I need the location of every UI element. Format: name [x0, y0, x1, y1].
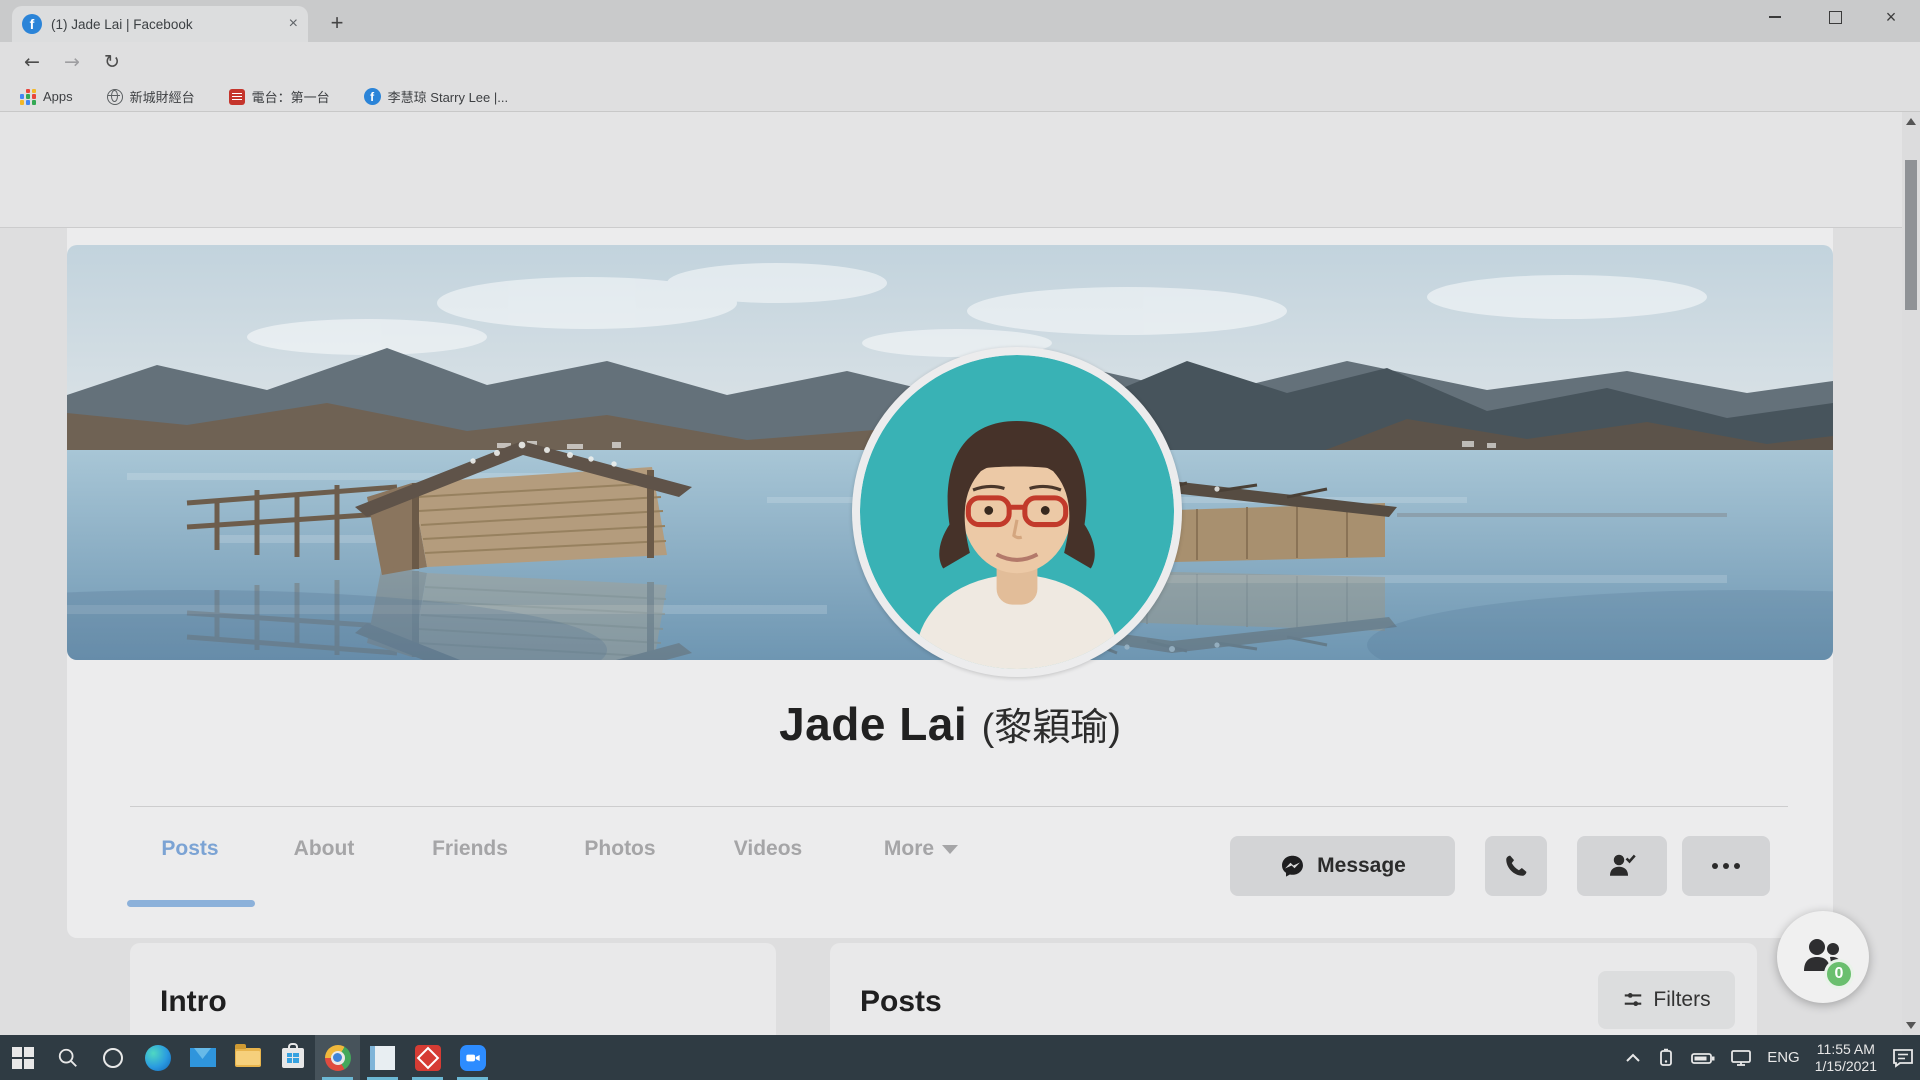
bookmark-radio-channel[interactable]: 電台：第一台 [229, 87, 330, 106]
tabs-divider [130, 806, 1788, 807]
tab-title: (1) Jade Lai | Facebook [51, 17, 281, 32]
facebook-favicon-icon: f [22, 14, 42, 34]
profile-more-options-button[interactable] [1682, 836, 1770, 896]
red-diamond-app-icon [415, 1045, 441, 1071]
start-button[interactable] [0, 1035, 45, 1080]
tab-friends[interactable]: Friends [408, 816, 532, 882]
person-check-icon [1607, 851, 1637, 881]
apps-grid-icon [20, 89, 36, 105]
facebook-icon: f [364, 88, 381, 105]
taskbar-search-button[interactable] [45, 1035, 90, 1080]
tab-posts[interactable]: Posts [140, 816, 240, 882]
filters-icon [1622, 989, 1644, 1011]
taskbar-file-explorer[interactable] [225, 1035, 270, 1080]
taskbar-zoom[interactable] [450, 1035, 495, 1080]
notepad-icon [370, 1046, 395, 1070]
message-button[interactable]: Message [1230, 836, 1455, 896]
date: 1/15/2021 [1815, 1058, 1877, 1075]
tab-close-icon[interactable]: × [289, 15, 298, 33]
taskbar-mail[interactable] [180, 1035, 225, 1080]
mail-icon [190, 1048, 216, 1067]
vertical-scrollbar[interactable] [1902, 112, 1920, 1035]
browser-tab-bar: f (1) Jade Lai | Facebook × + × [0, 0, 1920, 42]
profile-name-english: Jade Lai [779, 698, 967, 750]
bookmark-label: 李慧琼 Starry Lee |... [388, 87, 508, 106]
tab-photos[interactable]: Photos [558, 816, 682, 882]
browser-toolbar: ← → ↻ Search Google | [0, 42, 1920, 82]
folder-icon [235, 1048, 261, 1067]
taskbar-red-app[interactable] [405, 1035, 450, 1080]
intro-card: Intro [130, 943, 776, 1035]
chrome-icon [325, 1045, 351, 1071]
tab-videos[interactable]: Videos [706, 816, 830, 882]
taskbar-edge[interactable] [135, 1035, 180, 1080]
bookmark-label: 新城財經台 [130, 87, 195, 106]
cortana-icon [103, 1048, 123, 1068]
call-button[interactable] [1485, 836, 1547, 896]
edge-icon [145, 1045, 171, 1071]
window-restore-button[interactable] [1812, 0, 1858, 34]
taskbar-store[interactable] [270, 1035, 315, 1080]
taskbar-clock[interactable]: 11:55 AM 1/15/2021 [1815, 1041, 1877, 1075]
intro-title: Intro [160, 985, 227, 1019]
profile-name-chinese: (黎穎瑜) [982, 707, 1121, 749]
radio-station-icon [229, 89, 245, 105]
language-indicator[interactable]: ENG [1767, 1049, 1800, 1066]
browser-tab[interactable]: f (1) Jade Lai | Facebook × [12, 6, 308, 42]
taskbar-chrome[interactable] [315, 1035, 360, 1080]
zoom-camera-icon [460, 1045, 486, 1071]
store-icon [282, 1048, 304, 1068]
bookmarks-bar: Apps 新城財經台 電台：第一台 f 李慧琼 Starry Lee |... [0, 82, 1920, 112]
profile-card: Jade Lai (黎穎瑜) Posts About Friends Photo… [67, 228, 1833, 938]
scroll-down-icon[interactable] [1906, 1022, 1916, 1029]
friend-status-button[interactable] [1577, 836, 1667, 896]
action-center-icon[interactable] [1892, 1048, 1914, 1068]
new-tab-button[interactable]: + [322, 8, 352, 38]
active-tab-underline [127, 900, 255, 907]
time: 11:55 AM [1817, 1041, 1875, 1058]
facebook-header: f 9+ [0, 112, 1920, 228]
contacts-count-badge: 0 [1824, 959, 1854, 989]
cortana-button[interactable] [90, 1035, 135, 1080]
posts-card: Posts Filters [830, 943, 1757, 1035]
scroll-up-icon[interactable] [1906, 118, 1916, 125]
bookmark-facebook-page[interactable]: f 李慧琼 Starry Lee |... [364, 87, 508, 106]
profile-picture[interactable] [852, 347, 1182, 677]
facebook-profile-page: Jade Lai (黎穎瑜) Posts About Friends Photo… [0, 228, 1920, 1035]
tray-network-icon[interactable] [1730, 1049, 1752, 1067]
windows-logo-icon [12, 1047, 34, 1069]
globe-icon [107, 89, 123, 105]
tray-battery-icon[interactable] [1691, 1050, 1715, 1066]
bookmark-radio-site[interactable]: 新城財經台 [107, 87, 195, 106]
chevron-down-icon [942, 845, 958, 854]
profile-name: Jade Lai (黎穎瑜) [67, 696, 1833, 751]
screen: f (1) Jade Lai | Facebook × + × ← → ↻ Se… [0, 0, 1920, 1080]
reload-icon[interactable]: ↻ [96, 46, 128, 78]
forward-icon[interactable]: → [56, 46, 88, 78]
tab-more[interactable]: More [856, 816, 986, 882]
search-icon [57, 1047, 79, 1069]
phone-icon [1503, 853, 1529, 879]
posts-title: Posts [860, 985, 942, 1019]
tab-about[interactable]: About [270, 816, 378, 882]
scrollbar-thumb[interactable] [1905, 160, 1917, 310]
contacts-sidebar-toggle[interactable]: 0 [1777, 911, 1869, 1003]
tray-device-icon[interactable] [1656, 1048, 1676, 1068]
tray-chevron-up-icon[interactable] [1625, 1052, 1641, 1064]
ellipsis-icon [1712, 863, 1740, 869]
window-close-button[interactable]: × [1868, 0, 1914, 34]
back-icon[interactable]: ← [16, 46, 48, 78]
taskbar-notepad[interactable] [360, 1035, 405, 1080]
bookmark-apps[interactable]: Apps [20, 89, 73, 105]
windows-taskbar: ENG 11:55 AM 1/15/2021 [0, 1035, 1920, 1080]
system-tray: ENG 11:55 AM 1/15/2021 [1625, 1035, 1914, 1080]
messenger-icon [1279, 853, 1306, 880]
bookmark-label: 電台：第一台 [252, 87, 330, 106]
bookmark-label: Apps [43, 89, 73, 104]
filters-button[interactable]: Filters [1598, 971, 1735, 1029]
window-minimize-button[interactable] [1752, 0, 1798, 34]
